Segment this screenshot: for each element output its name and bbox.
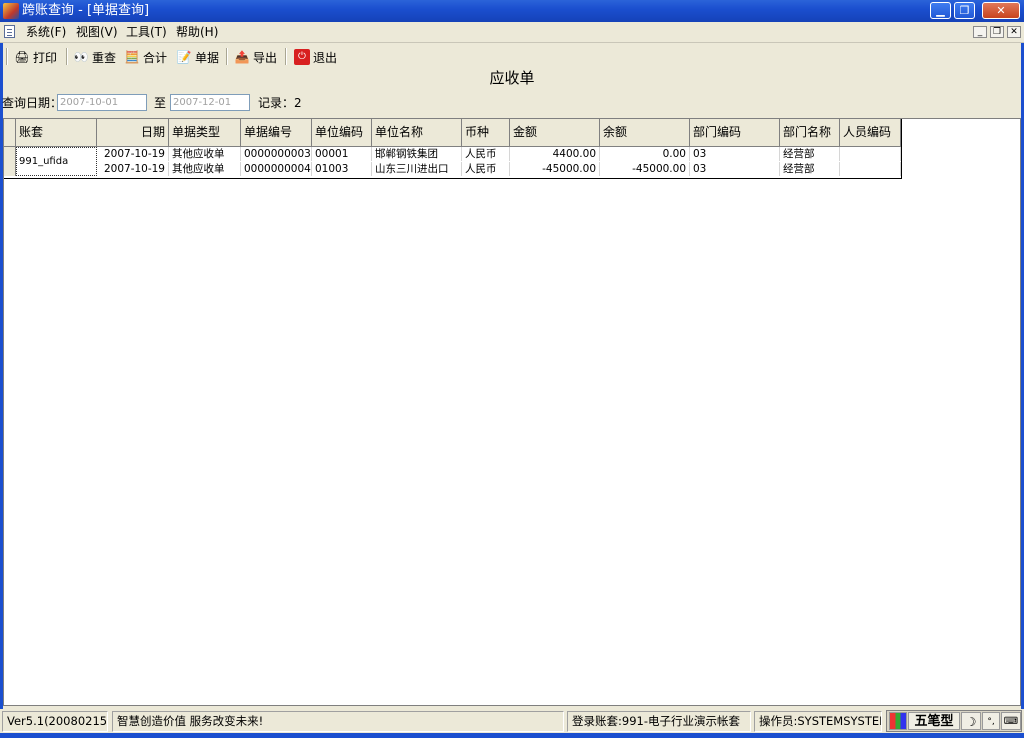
- date-to-input[interactable]: 2007-12-01: [170, 94, 250, 111]
- col-header-type[interactable]: 单据类型: [169, 119, 241, 146]
- col-header-dept-name[interactable]: 部门名称: [780, 119, 840, 146]
- restore-button[interactable]: ❐: [954, 2, 975, 19]
- menu-tools[interactable]: 工具(T): [126, 25, 167, 39]
- col-header-staff-code[interactable]: 人员编码: [840, 119, 901, 146]
- menu-bar: 系统(F) 视图(V) 工具(T) 帮助(H) _ ❐ ✕: [0, 22, 1024, 43]
- col-header-unit-code[interactable]: 单位编码: [312, 119, 372, 146]
- ime-logo-icon[interactable]: [889, 712, 907, 730]
- cell-staff-code[interactable]: [840, 162, 901, 176]
- col-header-amount[interactable]: 金额: [510, 119, 600, 146]
- calculator-icon: 🧮: [124, 50, 140, 64]
- results-panel: 账套 日期 单据类型 单据编号 单位编码 单位名称 币种 金额 余额 部门编码 …: [3, 118, 1021, 706]
- status-operator: 操作员:SYSTEMSYSTEM: [754, 711, 882, 732]
- requery-button[interactable]: 👀 重查: [73, 48, 117, 66]
- cell-unit-code[interactable]: 00001: [312, 147, 372, 161]
- ime-halfwidth-icon[interactable]: ☽: [961, 712, 981, 730]
- page-title: 应收单: [489, 69, 535, 87]
- cell-dept-code[interactable]: 03: [690, 162, 780, 176]
- col-header-unit-name[interactable]: 单位名称: [372, 119, 462, 146]
- cell-amount[interactable]: 4400.00: [510, 147, 600, 161]
- cell-dept-code[interactable]: 03: [690, 147, 780, 161]
- cell-dept-name[interactable]: 经营部: [780, 147, 840, 161]
- col-header-dept-code[interactable]: 部门编码: [690, 119, 780, 146]
- minimize-button[interactable]: ▁: [930, 2, 951, 19]
- print-label: 打印: [33, 50, 58, 65]
- cell-unit-code[interactable]: 01003: [312, 162, 372, 176]
- binoculars-icon: 👀: [73, 50, 89, 64]
- col-header-date[interactable]: 日期: [97, 119, 169, 146]
- record-count: 记录：2: [258, 96, 302, 110]
- col-header-balance[interactable]: 余额: [600, 119, 690, 146]
- col-header-account[interactable]: 账套: [16, 119, 97, 146]
- to-label: 至: [154, 96, 167, 110]
- cell-dept-name[interactable]: 经营部: [780, 162, 840, 176]
- cell-amount[interactable]: -45000.00: [510, 162, 600, 176]
- table-row[interactable]: 2007-10-19 其他应收单 0000000003 00001 邯郸钢铁集团…: [4, 147, 901, 161]
- exit-label: 退出: [313, 50, 338, 65]
- mdi-close-button[interactable]: ✕: [1007, 26, 1021, 38]
- date-from-input[interactable]: 2007-10-01: [57, 94, 147, 111]
- menu-system[interactable]: 系统(F): [26, 25, 66, 39]
- total-label: 合计: [143, 50, 168, 65]
- close-button[interactable]: ✕: [982, 2, 1020, 19]
- cell-currency[interactable]: 人民币: [462, 147, 510, 161]
- cell-date[interactable]: 2007-10-19: [97, 162, 169, 176]
- cell-type[interactable]: 其他应收单: [169, 162, 241, 176]
- status-version: Ver5.1(20080215): [2, 711, 108, 732]
- status-slogan: 智慧创造价值 服务改变未来!: [112, 711, 564, 732]
- power-icon: ⏻: [294, 49, 310, 65]
- row-indicator-header: [4, 119, 16, 146]
- window-title: 跨账查询 - [单据查询]: [22, 3, 150, 18]
- voucher-label: 单据: [195, 50, 220, 65]
- ime-punctuation-icon[interactable]: °,: [982, 712, 1000, 730]
- export-label: 导出: [253, 50, 278, 65]
- voucher-button[interactable]: 📝 单据: [176, 48, 220, 66]
- col-header-number[interactable]: 单据编号: [241, 119, 312, 146]
- col-header-currency[interactable]: 币种: [462, 119, 510, 146]
- date-label: 查询日期：: [2, 96, 63, 110]
- printer-icon: 🖨: [14, 50, 30, 64]
- cell-type[interactable]: 其他应收单: [169, 147, 241, 161]
- results-grid: 账套 日期 单据类型 单据编号 单位编码 单位名称 币种 金额 余额 部门编码 …: [4, 119, 902, 179]
- cell-unit-name[interactable]: 山东三川进出口: [372, 162, 462, 176]
- requery-label: 重查: [92, 50, 117, 65]
- mdi-restore-button[interactable]: ❐: [990, 26, 1004, 38]
- query-row: 查询日期： 2007-10-01 至 2007-12-01 记录：2: [0, 94, 1024, 114]
- export-icon: 📤: [234, 50, 250, 64]
- mdi-minimize-button[interactable]: _: [973, 26, 987, 38]
- edit-document-icon: 📝: [176, 50, 192, 64]
- document-icon[interactable]: [4, 25, 15, 38]
- toolbar-separator: [285, 48, 286, 65]
- table-row[interactable]: 2007-10-19 其他应收单 0000000004 01003 山东三川进出…: [4, 162, 901, 176]
- status-login-account: 登录账套:991-电子行业演示帐套: [567, 711, 751, 732]
- ime-keyboard-icon[interactable]: ⌨: [1001, 712, 1021, 730]
- grid-header: 账套 日期 单据类型 单据编号 单位编码 单位名称 币种 金额 余额 部门编码 …: [4, 119, 901, 147]
- menu-view[interactable]: 视图(V): [76, 25, 118, 39]
- cell-unit-name[interactable]: 邯郸钢铁集团: [372, 147, 462, 161]
- cell-staff-code[interactable]: [840, 147, 901, 161]
- cell-balance[interactable]: 0.00: [600, 147, 690, 161]
- cell-number[interactable]: 0000000004: [241, 162, 312, 176]
- menu-help[interactable]: 帮助(H): [176, 25, 218, 39]
- toolbar-separator: [226, 48, 227, 65]
- toolbar-separator: [66, 48, 67, 65]
- ime-toolbar[interactable]: 五笔型 ☽ °, ⌨: [886, 710, 1022, 732]
- print-button[interactable]: 🖨 打印: [14, 48, 57, 66]
- title-bar: 跨账查询 - [单据查询] ▁ ❐ ✕: [0, 0, 1024, 22]
- window-border-bottom: [0, 733, 1024, 738]
- cell-currency[interactable]: 人民币: [462, 162, 510, 176]
- ime-mode-label[interactable]: 五笔型: [908, 712, 960, 730]
- toolbar: 🖨 打印 👀 重查 🧮 合计 📝 单据 📤 导出 ⏻ 退出: [0, 43, 1024, 69]
- total-button[interactable]: 🧮 合计: [124, 48, 168, 66]
- status-bar: Ver5.1(20080215) 智慧创造价值 服务改变未来! 登录账套:991…: [0, 709, 1024, 733]
- toolbar-separator: [6, 48, 7, 65]
- cell-date[interactable]: 2007-10-19: [97, 147, 169, 161]
- export-button[interactable]: 📤 导出: [234, 48, 278, 66]
- exit-button[interactable]: ⏻ 退出: [294, 48, 337, 66]
- cell-balance[interactable]: -45000.00: [600, 162, 690, 176]
- app-icon: [3, 3, 19, 19]
- cell-number[interactable]: 0000000003: [241, 147, 312, 161]
